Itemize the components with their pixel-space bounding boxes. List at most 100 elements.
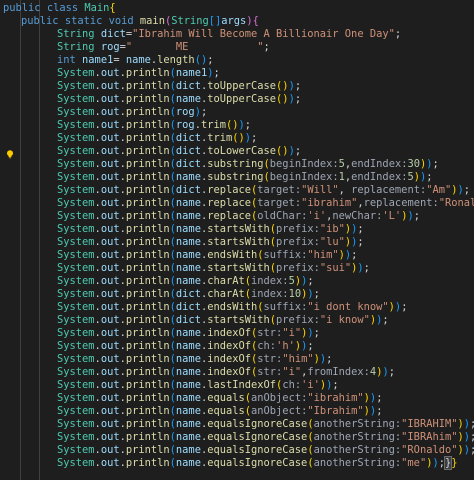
code-line[interactable]: String dict="Ibrahim Will Become A Billi…: [57, 28, 401, 41]
code-line[interactable]: System.out.println(name.startsWith(prefi…: [57, 236, 364, 249]
token-method-name: println: [125, 171, 170, 183]
code-line[interactable]: System.out.println(name.replace(oldChar:…: [57, 210, 420, 223]
token-identifier: name: [175, 262, 201, 274]
code-line[interactable]: System.out.println(name.charAt(index:5))…: [57, 275, 314, 288]
code-line[interactable]: System.out.println(name.substring(beginI…: [57, 171, 433, 184]
token-param-hint: str:: [257, 327, 283, 339]
code-editor[interactable]: public class Main{public static void mai…: [0, 0, 474, 480]
code-line[interactable]: System.out.println(name.equals(anObject:…: [57, 405, 382, 418]
token-bracket: {: [252, 15, 259, 27]
code-line[interactable]: System.out.println(dict.endsWith(suffix:…: [57, 301, 407, 314]
token-identifier: out: [100, 67, 120, 79]
token-param-hint: anotherString:: [313, 431, 402, 443]
code-line[interactable]: System.out.println(name.equalsIgnoreCase…: [57, 444, 474, 457]
token-type: System: [57, 249, 95, 261]
code-line[interactable]: System.out.println(name.equalsIgnoreCase…: [57, 418, 474, 431]
code-line[interactable]: System.out.println(name.indexOf(ch:'h'))…: [57, 340, 314, 353]
token-identifier: rog: [175, 119, 195, 131]
token-method-name: startsWith: [207, 314, 270, 326]
token-identifier: out: [100, 119, 120, 131]
token-method-name: println: [125, 106, 170, 118]
code-line[interactable]: System.out.println(name.equalsIgnoreCase…: [57, 456, 458, 470]
token-string-literal: "i": [282, 366, 302, 378]
token-bracket: (): [194, 54, 208, 66]
token-method-name: println: [125, 93, 170, 105]
token-identifier: name: [175, 392, 201, 404]
token-method-name: substring: [207, 158, 264, 170]
token-param-hint: prefix:: [276, 223, 320, 235]
code-line[interactable]: System.out.println(name.equalsIgnoreCase…: [57, 431, 474, 444]
token-type: System: [57, 184, 95, 196]
code-line[interactable]: System.out.println(dict.toLowerCase());: [57, 145, 301, 158]
token-identifier: name: [175, 379, 201, 391]
code-line[interactable]: System.out.println(name.indexOf(str:"i")…: [57, 327, 320, 340]
token-string-literal: "IBRAHIM": [401, 418, 458, 430]
token-number-literal: 10: [288, 288, 302, 300]
token-type: System: [57, 301, 95, 313]
token-identifier: name: [175, 249, 201, 261]
token-method-name: endsWith: [207, 249, 258, 261]
code-line[interactable]: System.out.println(name.startsWith(prefi…: [57, 223, 364, 236]
token-method-name: length: [157, 54, 195, 66]
code-line[interactable]: System.out.println(name.startsWith(prefi…: [57, 262, 370, 275]
token-punctuation: ;: [470, 444, 474, 456]
code-line[interactable]: System.out.println(name.equals(anObject:…: [57, 392, 382, 405]
token-identifier: rog: [100, 41, 120, 53]
code-line[interactable]: System.out.println(name.replace(target:"…: [57, 197, 474, 210]
token-identifier: name: [175, 93, 201, 105]
code-line[interactable]: System.out.println(dict.replace(target:"…: [57, 184, 470, 197]
code-line[interactable]: System.out.println(name.endsWith(suffix:…: [57, 249, 357, 262]
token-identifier: out: [100, 405, 120, 417]
token-method-name: toUpperCase: [207, 93, 277, 105]
token-punctuation: ;: [394, 28, 402, 40]
token-keyword: void: [108, 15, 134, 27]
token-type: System: [57, 314, 95, 326]
code-line[interactable]: System.out.println(name.toUpperCase());: [57, 93, 301, 106]
code-line[interactable]: System.out.println(dict.charAt(index:10)…: [57, 288, 320, 301]
token-number-literal: 30: [407, 158, 420, 170]
token-param-hint: prefix:: [276, 314, 320, 326]
token-method-name: println: [125, 119, 170, 131]
code-line[interactable]: System.out.println(dict.startsWith(prefi…: [57, 314, 389, 327]
token-method-name: println: [125, 80, 170, 92]
token-punctuation: ;: [313, 327, 320, 339]
token-keyword: public: [3, 2, 41, 14]
code-line[interactable]: System.out.println(dict.trim());: [57, 132, 257, 145]
code-line[interactable]: int name1= name.length();: [57, 54, 213, 67]
token-identifier: out: [100, 171, 120, 183]
lightbulb-icon[interactable]: [6, 150, 14, 159]
token-type: String: [57, 41, 95, 53]
code-line[interactable]: System.out.println(name.indexOf(str:"him…: [57, 353, 332, 366]
token-method-name: equalsIgnoreCase: [207, 431, 308, 443]
code-line[interactable]: public static void main(String[]args){: [21, 15, 259, 28]
token-method-name: println: [125, 301, 170, 313]
code-line[interactable]: public class Main{: [3, 2, 116, 15]
token-identifier: out: [100, 210, 120, 222]
token-identifier: dict: [175, 132, 201, 144]
token-type: System: [57, 444, 95, 456]
code-line[interactable]: System.out.println(dict.toUpperCase());: [57, 80, 301, 93]
code-line[interactable]: System.out.println(rog);: [57, 106, 207, 119]
token-string-literal: "Will": [301, 184, 339, 196]
token-punctuation: ;: [207, 54, 214, 66]
token-identifier: dict: [100, 28, 126, 40]
code-line[interactable]: System.out.println(name1);: [57, 67, 220, 80]
code-line[interactable]: System.out.println(name.lastIndexOf(ch:'…: [57, 379, 339, 392]
token-punctuation: ;: [332, 379, 339, 391]
code-line[interactable]: String rog=" ME ";: [57, 41, 270, 54]
token-identifier: out: [100, 392, 120, 404]
token-punctuation: ;: [200, 106, 208, 118]
code-line[interactable]: System.out.println(rog.trim());: [57, 119, 251, 132]
token-type: System: [57, 418, 95, 430]
token-method-name: println: [125, 145, 170, 157]
code-line[interactable]: System.out.println(name.indexOf(str:"i",…: [57, 366, 395, 379]
token-method-name: trim: [200, 119, 226, 131]
token-string-literal: 'h': [276, 340, 295, 352]
token-punctuation: ;: [363, 262, 370, 274]
token-identifier: out: [100, 340, 120, 352]
token-identifier: name: [175, 444, 201, 456]
token-punctuation: ;: [313, 288, 320, 300]
token-type: System: [57, 327, 95, 339]
token-keyword: static: [64, 15, 103, 27]
code-line[interactable]: System.out.println(dict.substring(beginI…: [53, 158, 474, 171]
